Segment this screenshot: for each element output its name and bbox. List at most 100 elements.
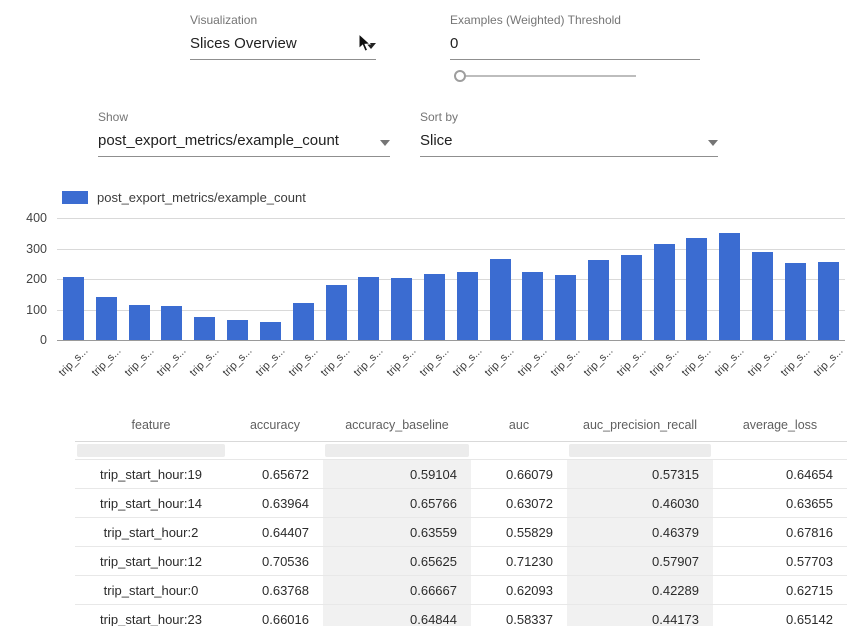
dropdown-arrow-icon[interactable] — [708, 140, 718, 146]
metric-cell: 0.66667 — [323, 576, 471, 604]
bar[interactable] — [161, 306, 182, 340]
show-value: post_export_metrics/example_count — [98, 132, 339, 149]
filter-cell — [227, 442, 323, 459]
column-filter-box[interactable] — [569, 444, 711, 457]
table-filter-row — [75, 442, 847, 460]
bar[interactable] — [490, 259, 511, 340]
threshold-field[interactable]: Examples (Weighted) Threshold — [450, 13, 700, 60]
x-axis-label: trip_s... — [155, 345, 189, 379]
bar[interactable] — [424, 274, 445, 340]
x-slot: trip_s... — [785, 341, 806, 393]
bar[interactable] — [227, 320, 248, 340]
bar[interactable] — [326, 285, 347, 340]
x-axis-label: trip_s... — [417, 345, 451, 379]
threshold-slider[interactable] — [452, 68, 636, 84]
bar[interactable] — [785, 263, 806, 340]
x-axis-label: trip_s... — [713, 345, 747, 379]
x-axis-label: trip_s... — [680, 345, 714, 379]
feature-cell: trip_start_hour:0 — [75, 576, 227, 604]
x-slot: trip_s... — [752, 341, 773, 393]
x-axis-label: trip_s... — [221, 345, 255, 379]
threshold-input[interactable] — [450, 35, 700, 52]
bar[interactable] — [293, 303, 314, 340]
metric-cell: 0.57315 — [567, 460, 713, 488]
metric-cell: 0.65766 — [323, 489, 471, 517]
y-axis: 4003002001000 — [0, 211, 47, 347]
column-header[interactable]: accuracy_baseline — [323, 418, 471, 432]
x-slot: trip_s... — [555, 341, 576, 393]
x-axis-label: trip_s... — [516, 345, 550, 379]
bar[interactable] — [260, 322, 281, 340]
feature-cell: trip_start_hour:14 — [75, 489, 227, 517]
visualization-value: Slices Overview — [190, 35, 297, 52]
column-header[interactable]: average_loss — [713, 418, 847, 432]
x-slot: trip_s... — [293, 341, 314, 393]
bar[interactable] — [654, 244, 675, 340]
dropdown-arrow-icon[interactable] — [380, 140, 390, 146]
bar[interactable] — [358, 277, 379, 340]
bar-chart-plot — [57, 218, 845, 340]
column-header[interactable]: auc_precision_recall — [567, 418, 713, 432]
column-filter-box[interactable] — [325, 444, 469, 457]
x-slot: trip_s... — [654, 341, 675, 393]
metric-cell: 0.63559 — [323, 518, 471, 546]
column-header[interactable]: auc — [471, 418, 567, 432]
chart-legend: post_export_metrics/example_count — [62, 190, 306, 205]
metric-cell: 0.59104 — [323, 460, 471, 488]
visualization-dropdown[interactable]: Visualization Slices Overview — [190, 13, 376, 60]
bar[interactable] — [588, 260, 609, 340]
bar[interactable] — [752, 252, 773, 340]
bar[interactable] — [96, 297, 117, 340]
bar[interactable] — [129, 305, 150, 340]
x-slot: trip_s... — [96, 341, 117, 393]
bar[interactable] — [719, 233, 740, 340]
table-header-row: featureaccuracyaccuracy_baselineaucauc_p… — [75, 409, 847, 442]
show-dropdown[interactable]: Show post_export_metrics/example_count — [98, 110, 390, 157]
bar[interactable] — [457, 272, 478, 340]
metrics-table: featureaccuracyaccuracy_baselineaucauc_p… — [75, 409, 847, 626]
x-axis-label: trip_s... — [122, 345, 156, 379]
metric-cell: 0.42289 — [567, 576, 713, 604]
feature-cell: trip_start_hour:23 — [75, 605, 227, 626]
x-axis-label: trip_s... — [647, 345, 681, 379]
bar[interactable] — [194, 317, 215, 340]
y-tick-label: 0 — [40, 333, 47, 347]
visualization-label: Visualization — [190, 13, 376, 27]
bar[interactable] — [63, 277, 84, 340]
bar[interactable] — [555, 275, 576, 340]
bar[interactable] — [522, 272, 543, 340]
x-slot: trip_s... — [194, 341, 215, 393]
column-header[interactable]: accuracy — [227, 418, 323, 432]
sort-by-value-row[interactable]: Slice — [420, 132, 718, 157]
metric-cell: 0.44173 — [567, 605, 713, 626]
visualization-value-row[interactable]: Slices Overview — [190, 35, 376, 60]
threshold-value-row[interactable] — [450, 35, 700, 60]
metric-cell: 0.65142 — [713, 605, 847, 626]
x-axis-label: trip_s... — [56, 345, 90, 379]
x-slot: trip_s... — [161, 341, 182, 393]
slider-track[interactable] — [462, 75, 636, 77]
sort-by-label: Sort by — [420, 110, 718, 124]
sort-by-value: Slice — [420, 132, 453, 149]
x-axis-label: trip_s... — [483, 345, 517, 379]
bar[interactable] — [686, 238, 707, 340]
x-axis-label: trip_s... — [286, 345, 320, 379]
legend-label: post_export_metrics/example_count — [97, 190, 306, 205]
column-header[interactable]: feature — [75, 418, 227, 432]
x-slot: trip_s... — [818, 341, 839, 393]
x-slot: trip_s... — [358, 341, 379, 393]
sort-by-dropdown[interactable]: Sort by Slice — [420, 110, 718, 157]
x-slot: trip_s... — [490, 341, 511, 393]
bar[interactable] — [621, 255, 642, 340]
filter-cell — [713, 442, 847, 459]
x-axis-label: trip_s... — [385, 345, 419, 379]
x-axis-label: trip_s... — [746, 345, 780, 379]
bar[interactable] — [818, 262, 839, 340]
x-slot: trip_s... — [129, 341, 150, 393]
filter-cell — [567, 442, 713, 459]
show-value-row[interactable]: post_export_metrics/example_count — [98, 132, 390, 157]
slider-thumb[interactable] — [454, 70, 466, 82]
y-tick-label: 300 — [26, 242, 47, 256]
bar[interactable] — [391, 278, 412, 340]
column-filter-box[interactable] — [77, 444, 225, 457]
